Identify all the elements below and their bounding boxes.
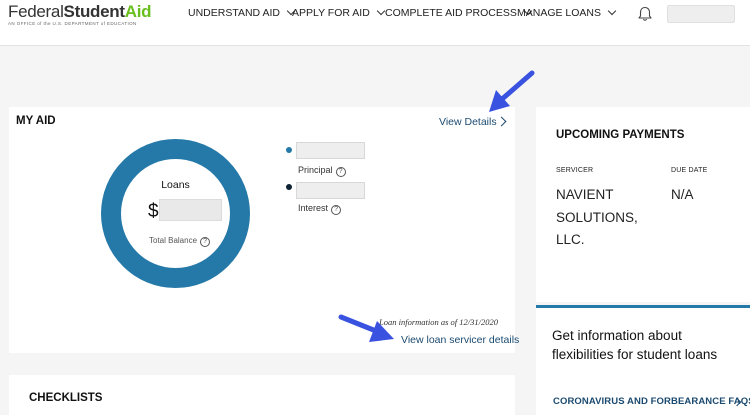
- upcoming-payments-title: UPCOMING PAYMENTS: [556, 129, 685, 141]
- nav-manage-loans[interactable]: MANAGE LOANS: [517, 0, 617, 26]
- site-header: FederalStudentAid AN OFFICE of the U.S. …: [0, 0, 750, 46]
- covid-info-text: Get information about flexibilities for …: [552, 328, 718, 362]
- logo-word-student: Student: [63, 2, 125, 21]
- donut-center: Loans $ Total Balance?: [121, 159, 230, 268]
- nav-manage-loans-label: MANAGE LOANS: [517, 7, 602, 19]
- chevron-down-icon: [607, 6, 617, 16]
- annotation-arrow-icon: [489, 70, 535, 112]
- nav-complete-aid-process-label: COMPLETE AID PROCESS: [385, 7, 517, 19]
- my-aid-title: MY AID: [16, 115, 56, 127]
- total-balance-value: [159, 199, 222, 221]
- my-aid-card: MY AID View Details Loans $ Total Balanc…: [9, 107, 519, 353]
- help-icon[interactable]: ?: [335, 167, 346, 177]
- principal-value: [296, 142, 365, 159]
- upcoming-payments-card: UPCOMING PAYMENTS SERVICER DUE DATE NAVI…: [536, 107, 750, 302]
- interest-legend-dot: [286, 184, 292, 190]
- nav-apply-for-aid[interactable]: APPLY FOR AID: [292, 0, 386, 26]
- logo-word-federal: Federal: [8, 2, 64, 21]
- annotation-arrow-icon: [338, 314, 394, 342]
- due-date-column-header: DUE DATE: [671, 167, 708, 174]
- currency-symbol: $: [148, 201, 159, 222]
- logo-word-aid: Aid: [124, 2, 152, 21]
- help-icon[interactable]: ?: [200, 237, 211, 247]
- due-date-value: N/A: [671, 187, 694, 202]
- logo-tagline: AN OFFICE of the U.S. DEPARTMENT of EDUC…: [8, 21, 137, 26]
- checklists-title: CHECKLISTS: [29, 392, 103, 404]
- interest-label: Interest?: [298, 203, 342, 215]
- account-menu-placeholder[interactable]: [667, 5, 735, 23]
- interest-value: [296, 182, 365, 199]
- federal-student-aid-logo[interactable]: FederalStudentAid AN OFFICE of the U.S. …: [8, 2, 152, 26]
- coronavirus-faqs-link[interactable]: CORONAVIRUS AND FORBEARANCE FAQS: [553, 396, 750, 407]
- loans-donut-chart: Loans $ Total Balance?: [101, 139, 250, 288]
- chevron-right-icon[interactable]: [496, 116, 507, 127]
- principal-label: Principal?: [298, 165, 346, 177]
- help-icon[interactable]: ?: [331, 205, 342, 215]
- chevron-down-icon: [376, 6, 386, 16]
- bell-icon[interactable]: [636, 6, 654, 22]
- nav-understand-aid-label: UNDERSTAND AID: [188, 7, 280, 19]
- nav-complete-aid-process[interactable]: COMPLETE AID PROCESS: [385, 0, 533, 26]
- nav-understand-aid[interactable]: UNDERSTAND AID: [188, 0, 296, 26]
- nav-apply-for-aid-label: APPLY FOR AID: [292, 7, 370, 19]
- covid-info-card: Get information about flexibilities for …: [536, 305, 750, 415]
- servicer-name: NAVIENT SOLUTIONS, LLC.: [556, 187, 638, 247]
- view-loan-servicer-details-link[interactable]: View loan servicer details: [401, 334, 519, 346]
- principal-legend-dot: [286, 147, 292, 153]
- total-balance-label: Total Balance?: [149, 236, 211, 247]
- servicer-column-header: SERVICER: [556, 167, 594, 174]
- donut-label: Loans: [161, 179, 190, 191]
- checklists-card: CHECKLISTS: [9, 375, 515, 415]
